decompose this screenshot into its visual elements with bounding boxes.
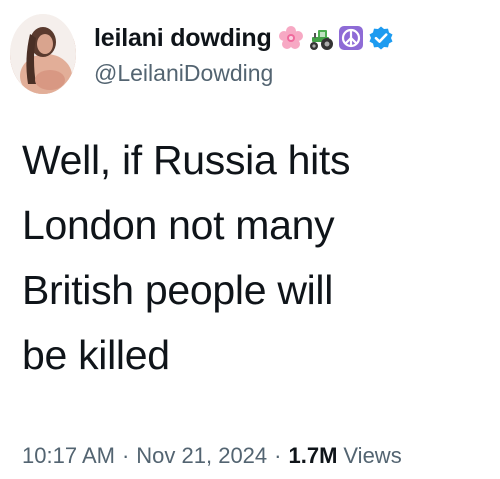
tweet-card: leilani dowding @LeilaniDowding Well, if… [0,0,500,479]
tweet-text-line: British people will [22,267,334,313]
name-emojis [278,25,394,51]
meta-separator: · [121,443,130,468]
views-count: 1.7M [288,443,338,468]
tweet-date[interactable]: Nov 21, 2024 [136,443,267,469]
verified-badge-icon[interactable] [368,25,394,51]
avatar-image [10,14,76,94]
user-handle[interactable]: @LeilaniDowding [94,60,494,87]
tweet-meta: 10:17 AM · Nov 21, 2024 · 1.7M Views [22,443,402,469]
tractor-icon [308,25,334,51]
views-label: Views [343,443,402,468]
peace-symbol-icon [338,25,364,51]
cherry-blossom-icon [278,25,304,51]
tweet-text-line: be killed [22,332,170,378]
avatar[interactable] [10,14,76,94]
display-name[interactable]: leilani dowding [94,24,272,53]
tweet-text: Well, if Russia hits London not many Bri… [22,128,492,388]
name-row: leilani dowding [94,22,494,54]
tweet-header: leilani dowding @LeilaniDowding [94,22,494,87]
tweet-text-line: Well, if Russia hits [22,137,351,183]
tweet-text-line: London not many [22,202,335,248]
meta-separator: · [274,443,282,468]
tweet-time[interactable]: 10:17 AM [22,443,115,469]
